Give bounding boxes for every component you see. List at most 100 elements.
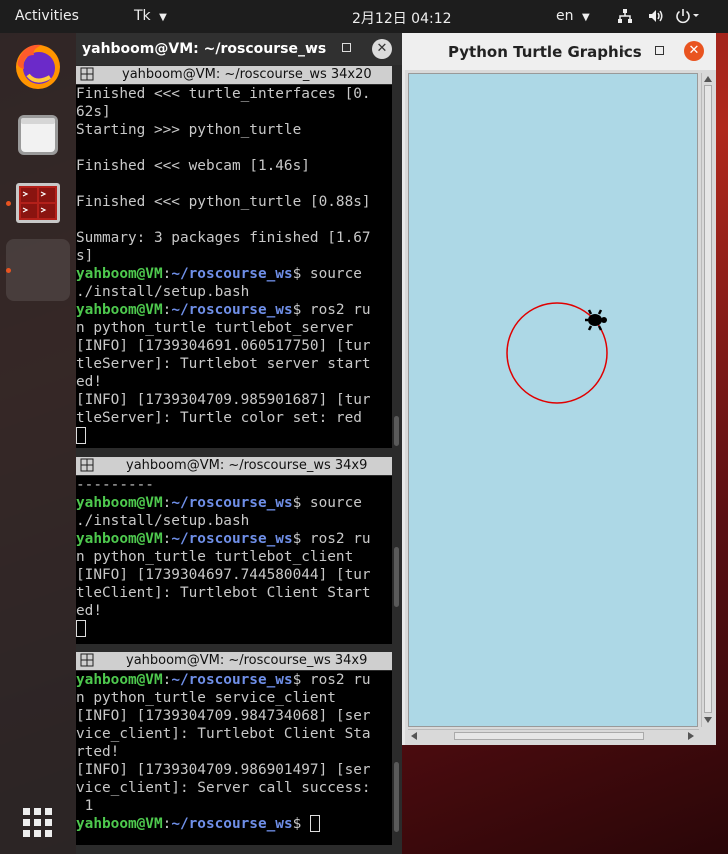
close-button[interactable]: ✕ [372,39,392,59]
output-text: vice_client]: Turtlebot Client Sta [76,726,371,742]
vertical-scrollbar[interactable] [701,73,714,727]
output-text: $ ros2 ru [292,302,371,318]
scroll-left-arrow[interactable] [411,732,417,740]
output-text: [INFO] [1739304697.744580044] [tur [76,567,371,583]
scroll-up-arrow[interactable] [704,76,712,82]
terminal-pane[interactable]: --------- yahboom@VM:~/roscourse_ws$ sour… [76,476,392,644]
terminal-cursor [76,427,86,444]
maximize-button[interactable] [342,40,351,56]
terminal-line: vice_client]: Server call success: [76,779,392,797]
output-text: Starting >>> python_turtle [76,122,302,138]
scrollbar-thumb[interactable] [394,547,399,607]
prompt-segment: ~/roscourse_ws [171,531,293,547]
terminal-line: [INFO] [1739304691.060517750] [tur [76,337,392,355]
prompt-segment: ~/roscourse_ws [171,672,293,688]
output-text: ./install/setup.bash [76,513,250,529]
pane-header[interactable]: yahboom@VM: ~/roscourse_ws 34x20 [76,66,392,84]
output-text: n python_turtle turtlebot_client [76,549,354,565]
terminal-line: yahboom@VM:~/roscourse_ws$ ros2 ru [76,301,392,319]
show-applications-button[interactable] [6,791,70,854]
turtle-graphics-window: Python Turtle Graphics – ✕ [402,33,716,745]
output-text: : [162,672,172,688]
terminal-line: tleClient]: Turtlebot Client Start [76,584,392,602]
terminal-line [76,427,392,445]
terminal-line: [INFO] [1739304697.744580044] [tur [76,566,392,584]
terminal-line: [INFO] [1739304709.984734068] [ser [76,707,392,725]
language-selector[interactable]: en ▼ [556,8,590,24]
horizontal-scrollbar[interactable] [408,729,699,742]
scrollbar-thumb[interactable] [454,732,644,740]
minimize-button[interactable]: – [308,40,315,56]
prompt-segment: ~/roscourse_ws [171,302,293,318]
turtle-drawing [506,302,608,404]
power-menu-button[interactable] [675,8,701,28]
output-text: --------- [76,477,154,493]
output-text: Summary: 3 packages finished [1.67 [76,230,371,246]
terminator-grid-icon [80,458,94,472]
scrollbar-thumb[interactable] [394,762,399,832]
terminal-line: yahboom@VM:~/roscourse_ws$ [76,815,392,833]
terminal-title: yahboom@VM: ~/roscourse_ws [82,41,327,57]
output-text: 1 [76,798,94,814]
scrollbar-thumb[interactable] [704,85,712,713]
terminal-pane[interactable]: yahboom@VM:~/roscourse_ws$ ros2 ru n pyth… [76,671,392,845]
app-menu-button[interactable]: Tk ▼ [134,8,167,24]
volume-icon[interactable] [648,8,664,28]
maximize-icon [655,46,664,55]
close-button[interactable]: ✕ [684,41,704,61]
tk-app-launcher[interactable] [6,239,70,301]
terminal-line [76,620,392,638]
output-text: vice_client]: Server call success: [76,780,371,796]
terminal-line: Finished <<< python_turtle [0.88s] [76,193,392,211]
maximize-button[interactable] [655,43,664,59]
clock[interactable]: 2月12日 04:12 [352,8,452,28]
pane-title: yahboom@VM: ~/roscourse_ws 34x9 [126,653,368,668]
files-launcher[interactable] [6,103,70,167]
scrollbar[interactable] [392,652,402,845]
scroll-down-arrow[interactable] [704,717,712,723]
scrollbar[interactable] [392,457,402,644]
terminal-line: yahboom@VM:~/roscourse_ws$ source [76,265,392,283]
activities-button[interactable]: Activities [15,8,79,24]
terminal-pane[interactable]: Finished <<< turtle_interfaces [0. 62s] St… [76,85,392,448]
output-text: tleServer]: Turtlebot server start [76,356,371,372]
terminal-line: s] [76,247,392,265]
terminal-line: Finished <<< turtle_interfaces [0. [76,85,392,103]
scrollbar[interactable] [392,66,402,448]
terminal-cursor [76,620,86,637]
terminal-line: [INFO] [1739304709.986901497] [ser [76,761,392,779]
power-icon [676,9,699,24]
pane-header[interactable]: yahboom@VM: ~/roscourse_ws 34x9 [76,652,392,670]
running-indicator [6,201,11,206]
pane-title: yahboom@VM: ~/roscourse_ws 34x9 [126,458,368,473]
terminator-icon [16,183,60,223]
output-text: 62s] [76,104,111,120]
terminal-line: vice_client]: Turtlebot Client Sta [76,725,392,743]
terminal-line: 1 [76,797,392,815]
output-text: tleClient]: Turtlebot Client Start [76,585,371,601]
output-text: : [162,816,172,832]
terminal-line: ed! [76,373,392,391]
network-icon[interactable] [617,8,633,28]
app-menu-label: Tk [134,8,151,24]
minimize-button[interactable]: – [621,43,628,59]
turtle-canvas[interactable] [408,73,698,727]
terminal-line: Summary: 3 packages finished [1.67 [76,229,392,247]
pane-header[interactable]: yahboom@VM: ~/roscourse_ws 34x9 [76,457,392,475]
firefox-launcher[interactable] [6,35,70,99]
terminator-grid-icon [80,67,94,81]
turtle-titlebar[interactable]: Python Turtle Graphics – ✕ [402,33,716,70]
turtle-window-title: Python Turtle Graphics [448,43,642,61]
terminal-launcher[interactable] [6,171,70,235]
terminal-line: Finished <<< webcam [1.46s] [76,157,392,175]
scroll-right-arrow[interactable] [688,732,694,740]
output-text: rted! [76,744,120,760]
output-text: : [162,495,172,511]
output-text: $ ros2 ru [292,531,371,547]
scrollbar-thumb[interactable] [394,416,399,446]
running-indicator [6,268,11,273]
terminal-titlebar[interactable]: yahboom@VM: ~/roscourse_ws – ✕ [76,33,402,65]
output-text: ed! [76,374,102,390]
